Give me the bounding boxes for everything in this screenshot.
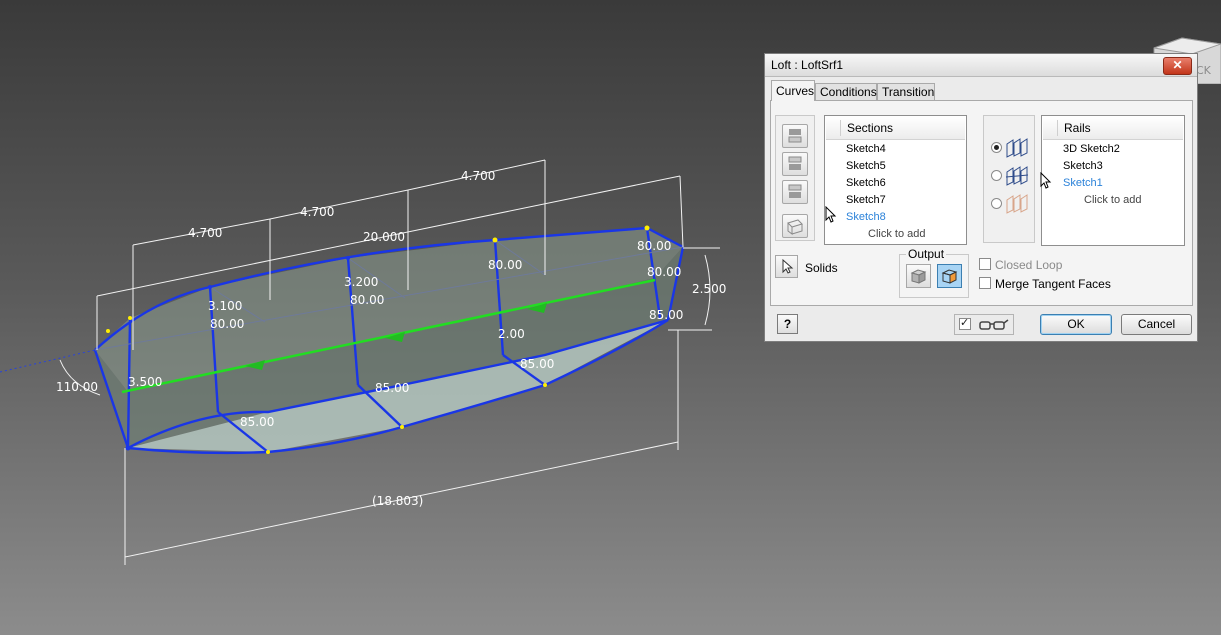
arrow-cursor-icon: [782, 258, 794, 274]
dim-8500-c: 85.00: [375, 381, 409, 395]
sections-header: Sections: [847, 121, 894, 135]
move-up-button[interactable]: [782, 124, 808, 148]
dim-8000-e: 80.00: [647, 265, 681, 279]
dim-8500-a: 85.00: [649, 308, 683, 322]
centerline-loft-icon: [1005, 166, 1029, 186]
list-item[interactable]: 3D Sketch2: [1063, 143, 1120, 155]
solids-select-button[interactable]: [775, 255, 798, 278]
dim-18803: (18.803): [372, 494, 423, 508]
list-item-selected[interactable]: Sketch1: [1063, 177, 1103, 189]
list-item[interactable]: Sketch4: [846, 143, 886, 155]
reorder-button[interactable]: [782, 180, 808, 204]
dim-200: 2.00: [498, 327, 525, 341]
closed-loop-label: Closed Loop: [995, 258, 1063, 272]
surface-cube-icon: [941, 269, 958, 284]
glasses-icon: [979, 319, 1009, 330]
section-stack-icon: [788, 129, 802, 143]
sections-list[interactable]: Sections Sketch4 Sketch5 Sketch6 Sketch7…: [824, 115, 967, 245]
dialog-titlebar[interactable]: Loft : LoftSrf1 ✕: [765, 54, 1197, 77]
move-down-button[interactable]: [782, 152, 808, 176]
list-item[interactable]: Sketch3: [1063, 160, 1103, 172]
loft-type-options: [983, 115, 1035, 243]
help-button[interactable]: ?: [777, 314, 798, 334]
output-label: Output: [906, 247, 947, 261]
dim-3200: 3.200: [344, 275, 378, 289]
dim-2500: 2.500: [692, 282, 726, 296]
area-loft-radio[interactable]: [991, 198, 1002, 209]
rails-click-to-add[interactable]: Click to add: [1084, 194, 1141, 206]
list-item[interactable]: Sketch6: [846, 177, 886, 189]
dim-110: 110.00: [56, 380, 98, 394]
preview-toggle[interactable]: [954, 314, 1014, 335]
ok-button[interactable]: OK: [1040, 314, 1112, 335]
list-item[interactable]: Sketch5: [846, 160, 886, 172]
dim-8500-b: 85.00: [520, 357, 554, 371]
solid-cube-icon: [910, 269, 927, 284]
solids-label: Solids: [805, 261, 838, 275]
close-button[interactable]: ✕: [1163, 57, 1192, 75]
merge-tangent-faces-checkbox[interactable]: [979, 277, 991, 289]
dialog-footer: ? OK Cancel: [765, 310, 1197, 341]
dim-4700-c: 4.700: [461, 169, 495, 183]
tab-conditions[interactable]: Conditions: [815, 83, 877, 100]
list-item-selected[interactable]: Sketch8: [846, 211, 886, 223]
dim-4700-b: 4.700: [300, 205, 334, 219]
rails-loft-icon: [1006, 138, 1028, 158]
dim-20000: 20.000: [363, 230, 405, 244]
rails-loft-radio[interactable]: [991, 142, 1002, 153]
dim-8000-c: 80.00: [488, 258, 522, 272]
loft-dialog: Loft : LoftSrf1 ✕ Curves Conditions Tran…: [764, 53, 1198, 342]
area-loft-option-icon: [1006, 194, 1028, 214]
dim-3100: 3.100: [208, 299, 242, 313]
mouse-cursor-icon: [1040, 172, 1052, 189]
dim-4700-a: 4.700: [188, 226, 222, 240]
output-surface-button[interactable]: [937, 264, 962, 288]
output-solid-button[interactable]: [906, 264, 931, 288]
closed-loop-checkbox[interactable]: [979, 258, 991, 270]
rails-header: Rails: [1064, 121, 1091, 135]
area-loft-icon: [787, 219, 803, 235]
tab-transition[interactable]: Transition: [877, 83, 935, 100]
rail-extension-line: [0, 349, 96, 373]
dialog-title: Loft : LoftSrf1: [771, 58, 844, 72]
rails-list[interactable]: Rails 3D Sketch2 Sketch3 Sketch1 Click t…: [1041, 115, 1185, 246]
area-loft-button[interactable]: [782, 214, 808, 238]
close-icon: ✕: [1172, 58, 1183, 72]
dim-3500: 3.500: [128, 375, 162, 389]
curves-panel: Sections Sketch4 Sketch5 Sketch6 Sketch7…: [770, 100, 1193, 306]
cancel-button[interactable]: Cancel: [1121, 314, 1192, 335]
centerline-loft-radio[interactable]: [991, 170, 1002, 181]
mouse-cursor-icon: [825, 206, 837, 223]
dim-8000-d: 80.00: [637, 239, 671, 253]
help-icon: ?: [783, 317, 792, 331]
viewcube-label: CK: [1196, 64, 1212, 77]
dim-8500-d: 85.00: [240, 415, 274, 429]
tab-curves[interactable]: Curves: [771, 80, 815, 101]
merge-tangent-faces-label: Merge Tangent Faces: [995, 277, 1111, 291]
preview-checkbox[interactable]: [959, 316, 971, 330]
section-tools: [775, 115, 815, 241]
sections-click-to-add[interactable]: Click to add: [868, 228, 925, 240]
list-item[interactable]: Sketch7: [846, 194, 886, 206]
section-stack-icon: [788, 156, 802, 170]
dim-8000-a: 80.00: [210, 317, 244, 331]
section-stack-icon: [788, 184, 802, 198]
dim-8000-b: 80.00: [350, 293, 384, 307]
